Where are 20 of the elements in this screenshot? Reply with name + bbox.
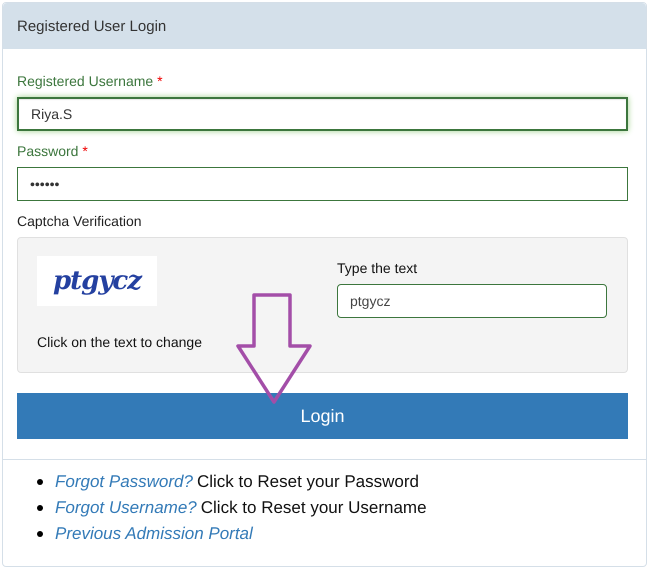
captcha-label: Captcha Verification [17,213,143,229]
bullet-icon [37,505,43,511]
login-button[interactable]: Login [17,393,628,439]
input-field[interactable]: Riya.S [17,97,628,131]
link[interactable]: Forgot Username? [55,498,197,518]
captcha-input-label: Type the text [337,260,418,276]
link-description: Click to Reset your Username [200,498,427,518]
down-arrow-icon [236,293,312,405]
captcha-field[interactable]: ptgycz [337,284,607,318]
captcha-hint: Click on the text to change [37,334,203,350]
link[interactable]: Previous Admission Portal [55,524,253,544]
link[interactable]: Forgot Password? [55,472,193,492]
input-field[interactable]: •••••• [17,167,628,201]
field-label: Password * [17,143,89,159]
link-description: Click to Reset your Password [196,472,419,492]
captcha-image[interactable]: ptgycz [37,256,157,306]
bullet-icon [37,531,43,537]
bullet-icon [37,479,43,485]
panel-title: Registered User Login [17,18,166,34]
field-label: Registered Username * [17,73,164,89]
